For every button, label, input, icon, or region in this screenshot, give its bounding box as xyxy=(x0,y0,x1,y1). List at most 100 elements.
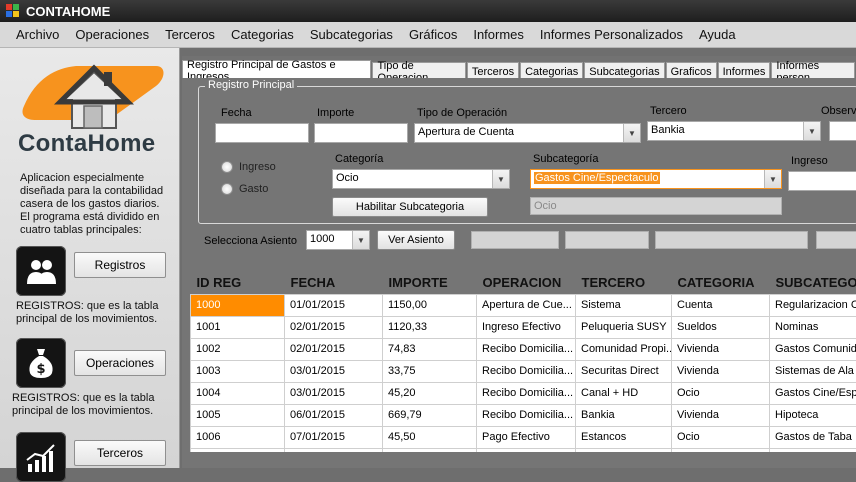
terceros-button[interactable]: Terceros xyxy=(74,440,166,466)
table-cell[interactable]: Recibo Domicilia... xyxy=(477,360,576,382)
menu-archivo[interactable]: Archivo xyxy=(8,27,67,42)
chevron-down-icon[interactable]: ▼ xyxy=(623,124,640,142)
column-header[interactable]: ID REG xyxy=(191,272,285,294)
column-header[interactable]: SUBCATEGO xyxy=(770,272,856,294)
tercero-combo[interactable]: Bankia ▼ xyxy=(647,121,821,141)
table-cell[interactable]: Bankia xyxy=(576,404,672,426)
table-cell[interactable]: 03/01/2015 xyxy=(285,360,383,382)
chevron-down-icon[interactable]: ▼ xyxy=(803,122,820,140)
habilitar-subcategoria-button[interactable]: Habilitar Subcategoria xyxy=(332,197,488,217)
ingreso-field[interactable] xyxy=(788,171,856,191)
table-row[interactable]: 100303/01/201533,75Recibo Domicilia...Se… xyxy=(191,360,856,382)
column-header[interactable]: FECHA xyxy=(285,272,383,294)
table-cell[interactable]: Ocio xyxy=(672,448,770,452)
table-row[interactable]: 100607/01/201545,50Pago EfectivoEstancos… xyxy=(191,426,856,448)
menu-subcategorias[interactable]: Subcategorias xyxy=(302,27,401,42)
tab-registro-principal[interactable]: Registro Principal de Gastos e Ingresos xyxy=(182,60,371,80)
table-row[interactable]: 100001/01/20151150,00Apertura de Cue...S… xyxy=(191,294,856,316)
tipo-operacion-combo[interactable]: Apertura de Cuenta ▼ xyxy=(414,123,641,143)
table-cell[interactable]: 06/01/2015 xyxy=(285,404,383,426)
table-row[interactable]: 100710/01/201588,75Recibo Domicilia...Vo… xyxy=(191,448,856,452)
table-cell[interactable]: 1150,00 xyxy=(383,294,477,316)
menu-operaciones[interactable]: Operaciones xyxy=(67,27,157,42)
importe-field[interactable] xyxy=(314,123,408,143)
column-header[interactable]: OPERACION xyxy=(477,272,576,294)
chevron-down-icon[interactable]: ▼ xyxy=(764,170,781,188)
table-cell[interactable]: 1007 xyxy=(191,448,285,452)
menu-informes-personalizados[interactable]: Informes Personalizados xyxy=(532,27,691,42)
table-cell[interactable]: 88,75 xyxy=(383,448,477,452)
table-cell[interactable]: Ocio xyxy=(672,426,770,448)
table-cell[interactable]: 1000 xyxy=(191,294,285,316)
menu-graficos[interactable]: Gráficos xyxy=(401,27,465,42)
table-cell[interactable]: 45,50 xyxy=(383,426,477,448)
money-bag-icon[interactable]: $ xyxy=(16,338,66,388)
menu-terceros[interactable]: Terceros xyxy=(157,27,223,42)
ver-asiento-button[interactable]: Ver Asiento xyxy=(377,230,455,250)
column-header[interactable]: TERCERO xyxy=(576,272,672,294)
categoria-combo[interactable]: Ocio ▼ xyxy=(332,169,510,189)
subcategoria-combo[interactable]: Gastos Cine/Espectaculo ▼ xyxy=(530,169,782,189)
table-cell[interactable]: 02/01/2015 xyxy=(285,338,383,360)
table-cell[interactable]: Telefonia Movil xyxy=(770,448,856,452)
gasto-radio[interactable]: Gasto xyxy=(221,183,268,195)
table-cell[interactable]: 669,79 xyxy=(383,404,477,426)
table-row[interactable]: 100102/01/20151120,33Ingreso EfectivoPel… xyxy=(191,316,856,338)
table-cell[interactable]: 1002 xyxy=(191,338,285,360)
operaciones-button[interactable]: Operaciones xyxy=(74,350,166,376)
table-cell[interactable]: 1120,33 xyxy=(383,316,477,338)
table-cell[interactable]: 45,20 xyxy=(383,382,477,404)
asiento-combo[interactable]: 1000 ▼ xyxy=(306,230,370,250)
table-row[interactable]: 100506/01/2015669,79Recibo Domicilia...B… xyxy=(191,404,856,426)
table-row[interactable]: 100403/01/201545,20Recibo Domicilia...Ca… xyxy=(191,382,856,404)
table-cell[interactable]: Gastos de Taba xyxy=(770,426,856,448)
table-cell[interactable]: Recibo Domicilia... xyxy=(477,404,576,426)
table-cell[interactable]: Vivienda xyxy=(672,360,770,382)
table-cell[interactable]: 1003 xyxy=(191,360,285,382)
table-cell[interactable]: Vivienda xyxy=(672,404,770,426)
observaciones-field[interactable] xyxy=(829,121,856,141)
menu-informes[interactable]: Informes xyxy=(465,27,532,42)
table-cell[interactable]: Ocio xyxy=(672,382,770,404)
menu-ayuda[interactable]: Ayuda xyxy=(691,27,744,42)
table-cell[interactable]: 10/01/2015 xyxy=(285,448,383,452)
table-cell[interactable]: Estancos xyxy=(576,426,672,448)
table-cell[interactable]: Gastos Cine/Esp xyxy=(770,382,856,404)
chevron-down-icon[interactable]: ▼ xyxy=(352,231,369,249)
table-cell[interactable]: Apertura de Cue... xyxy=(477,294,576,316)
table-cell[interactable]: Canal + HD xyxy=(576,382,672,404)
fecha-field[interactable] xyxy=(215,123,309,143)
table-cell[interactable]: 1001 xyxy=(191,316,285,338)
table-cell[interactable]: 03/01/2015 xyxy=(285,382,383,404)
menu-categorias[interactable]: Categorias xyxy=(223,27,302,42)
table-cell[interactable]: 1005 xyxy=(191,404,285,426)
table-cell[interactable]: 33,75 xyxy=(383,360,477,382)
table-cell[interactable]: Hipoteca xyxy=(770,404,856,426)
users-icon[interactable] xyxy=(16,246,66,296)
table-row[interactable]: 100202/01/201574,83Recibo Domicilia...Co… xyxy=(191,338,856,360)
table-cell[interactable]: Recibo Domicilia... xyxy=(477,338,576,360)
table-cell[interactable]: Cuenta xyxy=(672,294,770,316)
ingreso-radio[interactable]: Ingreso xyxy=(221,161,276,173)
table-cell[interactable]: Recibo Domicilia... xyxy=(477,448,576,452)
chart-icon[interactable] xyxy=(16,432,66,482)
table-cell[interactable]: Sistemas de Ala xyxy=(770,360,856,382)
table-cell[interactable]: Nominas xyxy=(770,316,856,338)
table-cell[interactable]: Comunidad Propi... xyxy=(576,338,672,360)
column-header[interactable]: IMPORTE xyxy=(383,272,477,294)
table-cell[interactable]: Sueldos xyxy=(672,316,770,338)
registros-button[interactable]: Registros xyxy=(74,252,166,278)
chevron-down-icon[interactable]: ▼ xyxy=(492,170,509,188)
table-cell[interactable]: Gastos Comunid xyxy=(770,338,856,360)
table-cell[interactable]: Pago Efectivo xyxy=(477,426,576,448)
table-cell[interactable]: 07/01/2015 xyxy=(285,426,383,448)
table-cell[interactable]: Sistema xyxy=(576,294,672,316)
table-cell[interactable]: Vivienda xyxy=(672,338,770,360)
table-cell[interactable]: Peluqueria SUSY xyxy=(576,316,672,338)
table-cell[interactable]: 1004 xyxy=(191,382,285,404)
column-header[interactable]: CATEGORIA xyxy=(672,272,770,294)
table-cell[interactable]: Securitas Direct xyxy=(576,360,672,382)
table-cell[interactable]: Vodafone Moviles xyxy=(576,448,672,452)
table-cell[interactable]: Regularizacion C xyxy=(770,294,856,316)
table-cell[interactable]: 74,83 xyxy=(383,338,477,360)
